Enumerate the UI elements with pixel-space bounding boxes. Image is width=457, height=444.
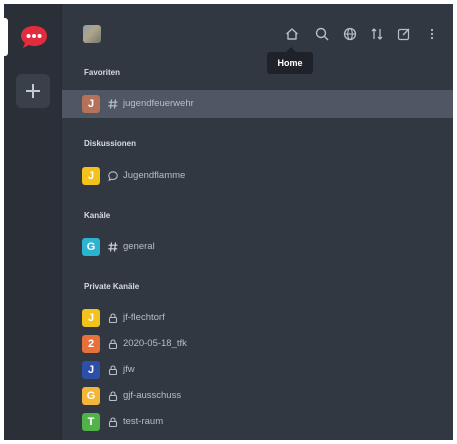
lock-icon [108, 391, 118, 402]
section-private-channels: Private Kanäle [84, 282, 140, 291]
globe-icon[interactable] [342, 26, 358, 42]
room-avatar: J [82, 361, 100, 379]
pencil-icon[interactable] [396, 26, 412, 42]
section-channels: Kanäle [84, 211, 111, 220]
rocketchat-logo-icon[interactable] [19, 24, 49, 50]
room-name: jugendfeuerwehr [123, 98, 194, 109]
room-avatar: 2 [82, 335, 100, 353]
active-server-indicator [4, 18, 8, 56]
sidebar-header: Home [62, 4, 453, 74]
sort-icon[interactable] [369, 26, 385, 42]
room-item[interactable]: J jfw [62, 356, 453, 384]
room-name: gjf-ausschuss [123, 390, 182, 401]
room-avatar: T [82, 413, 100, 431]
room-item[interactable]: J Jugendflamme [62, 162, 453, 190]
server-rail [4, 4, 62, 440]
room-item[interactable]: J jf-flechtorf [62, 304, 453, 332]
home-tooltip: Home [267, 47, 313, 74]
room-name: jfw [123, 364, 135, 375]
room-item[interactable]: G general [62, 233, 453, 261]
add-server-button[interactable] [16, 74, 50, 108]
discussion-icon [108, 171, 118, 182]
room-name: Jugendflamme [123, 170, 186, 181]
room-name: 2020-05-18_tfk [123, 338, 187, 349]
room-avatar: G [82, 238, 100, 256]
room-item[interactable]: T test-raum [62, 408, 453, 436]
room-avatar: J [82, 95, 100, 113]
room-sidebar: Home Favoriten J jugendfeuerwehr Diskuss… [62, 4, 453, 440]
room-avatar: J [82, 167, 100, 185]
home-icon[interactable] [284, 26, 300, 42]
lock-icon [108, 339, 118, 350]
hash-icon [108, 242, 118, 252]
lock-icon [108, 417, 118, 428]
hash-icon [108, 99, 118, 109]
kebab-icon[interactable] [424, 26, 440, 42]
room-item[interactable]: J jugendfeuerwehr [62, 90, 453, 118]
room-name: jf-flechtorf [123, 312, 165, 323]
section-discussions: Diskussionen [84, 139, 137, 148]
rocketchat-app: Home Favoriten J jugendfeuerwehr Diskuss… [4, 4, 453, 440]
room-item[interactable]: G gjf-ausschuss [62, 382, 453, 410]
section-favorites: Favoriten [84, 68, 121, 77]
user-avatar[interactable] [83, 25, 101, 43]
search-icon[interactable] [314, 26, 330, 42]
room-item[interactable]: 2 2020-05-18_tfk [62, 330, 453, 358]
room-avatar: G [82, 387, 100, 405]
lock-icon [108, 313, 118, 324]
room-avatar: J [82, 309, 100, 327]
room-name: test-raum [123, 416, 164, 427]
room-name: general [123, 241, 155, 252]
lock-icon [108, 365, 118, 376]
